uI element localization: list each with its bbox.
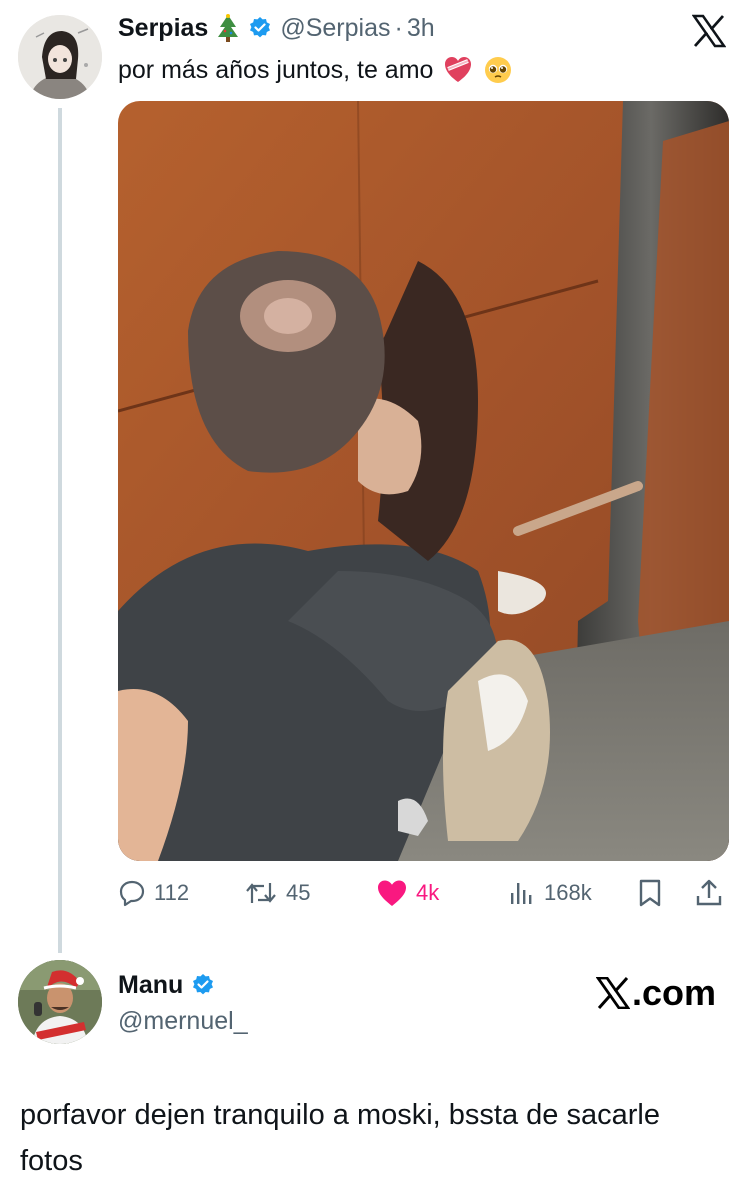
- header-separator: ·: [394, 13, 403, 42]
- watermark-text: .com: [632, 972, 717, 1013]
- tweet-photo[interactable]: [118, 101, 729, 861]
- views-count: 168k: [544, 880, 592, 905]
- repost-count: 45: [286, 880, 311, 905]
- repost-icon: [246, 883, 276, 903]
- verified-badge-icon: [193, 974, 214, 995]
- like-count: 4k: [416, 880, 440, 905]
- x-com-watermark: .com: [596, 970, 716, 1016]
- reply-author-avatar[interactable]: [18, 960, 102, 1044]
- reply-author-name[interactable]: Manu: [118, 971, 183, 1000]
- author-name[interactable]: Serpias: [118, 14, 208, 43]
- author-handle[interactable]: @Serpias: [280, 14, 390, 43]
- couple-elevator-photo: [118, 101, 729, 861]
- analytics-icon: [511, 883, 532, 904]
- bookmark-icon: [639, 879, 661, 907]
- tweet-text: por más años juntos, te amo: [118, 52, 513, 88]
- user-avatar-icon: [18, 960, 102, 1044]
- share-icon: [696, 879, 722, 906]
- tweet-header: Serpias @Serpias · 3h: [118, 10, 435, 46]
- thread-connector-line: [58, 108, 62, 953]
- reply-button[interactable]: 112: [118, 872, 189, 914]
- like-button[interactable]: 4k: [376, 872, 439, 914]
- tweet-time[interactable]: 3h: [407, 14, 435, 43]
- reply-text: porfavor dejen tranquilo a moski, bssta …: [20, 1099, 660, 1177]
- author-avatar[interactable]: [18, 15, 102, 99]
- verified-badge-icon: [250, 17, 271, 38]
- x-logo-icon: [692, 14, 726, 48]
- tweet-text-content: por más años juntos, te amo: [118, 55, 434, 84]
- x-logo-icon: [596, 977, 630, 1009]
- christmas-tree-emoji-icon: [218, 14, 239, 42]
- reply-author-handle[interactable]: @mernuel_: [118, 1003, 248, 1039]
- reply-icon: [119, 880, 145, 907]
- share-button[interactable]: [694, 872, 724, 914]
- reply-count: 112: [154, 880, 190, 905]
- repost-button[interactable]: 45: [244, 872, 310, 914]
- reply-header: Manu: [118, 967, 215, 1003]
- anime-avatar-icon: [18, 15, 102, 99]
- pleading-face-emoji-icon: [485, 57, 512, 83]
- heart-with-ribbon-emoji-icon: [445, 57, 472, 82]
- views-button[interactable]: 168k: [508, 872, 592, 914]
- bookmark-button[interactable]: [636, 872, 664, 914]
- heart-filled-icon: [378, 880, 406, 906]
